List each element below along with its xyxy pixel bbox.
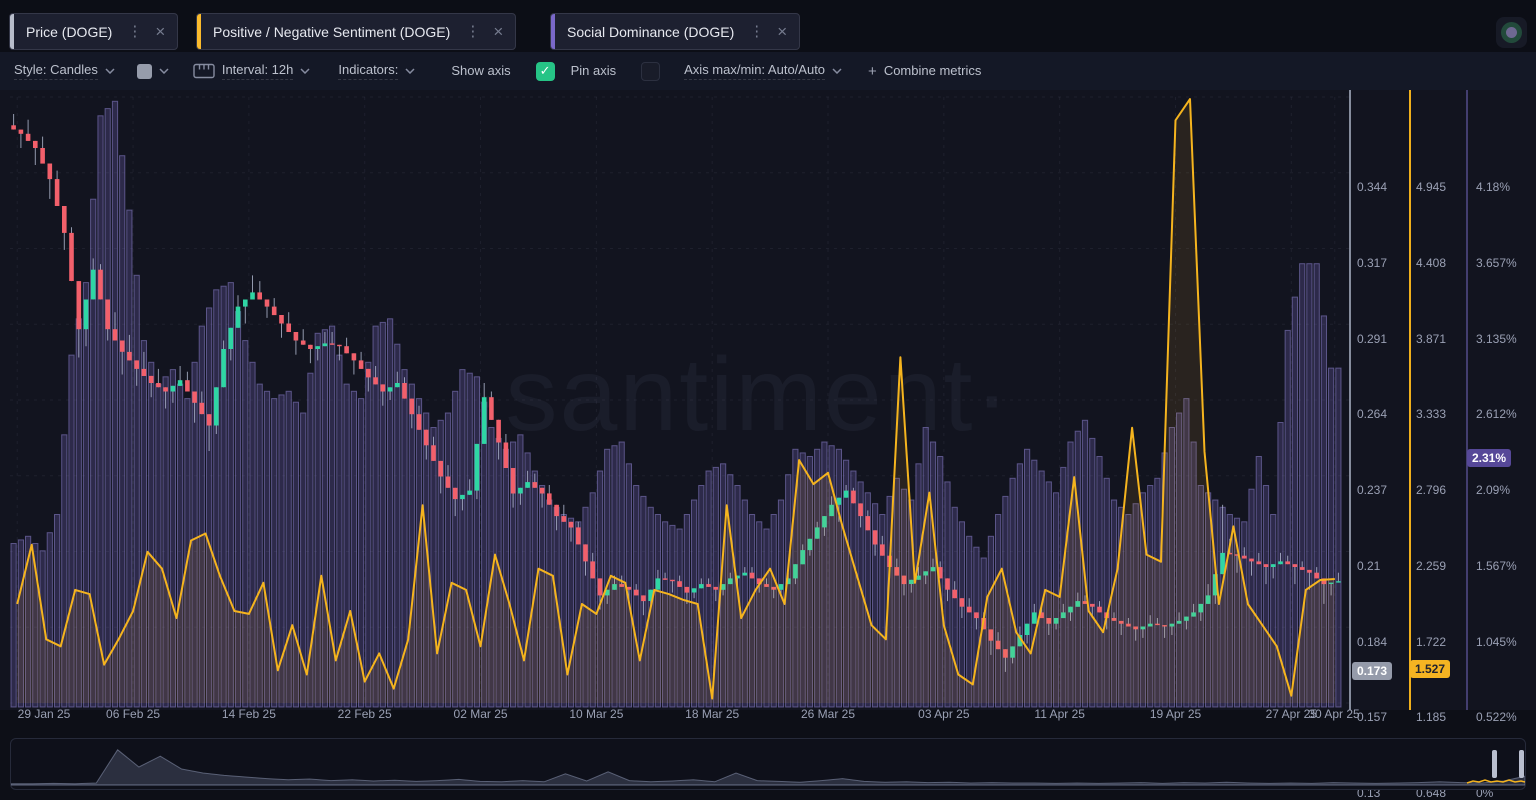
- price-axis-tick: 0.291: [1357, 332, 1387, 346]
- header-circle-button[interactable]: [1496, 17, 1527, 48]
- dominance-axis-tick: 3.657%: [1476, 256, 1517, 270]
- show-axis-checkbox[interactable]: ✓: [536, 62, 555, 81]
- sentiment-axis-tick: 4.945: [1416, 180, 1446, 194]
- dominance-axis-tick: 3.135%: [1476, 332, 1517, 346]
- pin-axis-label: Pin axis: [571, 63, 617, 80]
- price-axis-tick: 0.237: [1357, 483, 1387, 497]
- chart-region: ·santiment· 0.344 0.317 0.291 0.264 0.237 0.2…: [0, 90, 1536, 710]
- dominance-value-badge: 2.31%: [1467, 449, 1511, 467]
- show-axis-label: Show axis: [451, 63, 510, 80]
- interval-dropdown[interactable]: Interval: 12h: [193, 62, 311, 80]
- tab-bar: Price (DOGE) ⋮ × Positive / Negative Sen…: [0, 0, 1536, 52]
- tab-accent: [10, 14, 14, 49]
- kebab-menu-icon[interactable]: ⋮: [465, 24, 480, 39]
- timeline-area: [11, 750, 1525, 785]
- sentiment-axis-tick: 2.259: [1416, 559, 1446, 573]
- price-axis-line: [1349, 90, 1351, 710]
- dominance-axis-tick: 2.09%: [1476, 483, 1510, 497]
- sentiment-axis-tick: 2.796: [1416, 483, 1446, 497]
- kebab-menu-icon[interactable]: ⋮: [749, 24, 764, 39]
- price-axis-tick: 0.317: [1357, 256, 1387, 270]
- interval-label: Interval: 12h: [222, 62, 294, 80]
- kebab-menu-icon[interactable]: ⋮: [127, 24, 142, 39]
- watermark: ·santiment·: [469, 337, 1011, 453]
- sentiment-axis-tick: 3.871: [1416, 332, 1446, 346]
- date-label: 03 Apr 25: [918, 707, 969, 721]
- date-label: 26 Mar 25: [801, 707, 855, 721]
- tab-accent: [551, 14, 555, 49]
- chevron-down-icon: [405, 68, 415, 74]
- date-label: 10 Mar 25: [569, 707, 623, 721]
- dominance-axis-tick: 1.045%: [1476, 635, 1517, 649]
- timeline-handle-right[interactable]: [1519, 750, 1524, 778]
- indicators-label: Indicators:: [338, 62, 398, 80]
- date-label: 22 Feb 25: [338, 707, 392, 721]
- circle-ring-icon: [1501, 22, 1522, 43]
- chart-toolbar: Style: Candles Interval: 12h Indicators:…: [0, 52, 1536, 90]
- axis-maxmin-label: Axis max/min: Auto/Auto: [684, 62, 825, 80]
- tab-label: Social Dominance (DOGE): [567, 24, 734, 40]
- style-dropdown[interactable]: Style: Candles: [14, 62, 115, 80]
- tab-social-dominance[interactable]: Social Dominance (DOGE) ⋮ ×: [550, 13, 800, 50]
- style-label: Style: Candles: [14, 62, 98, 80]
- ruler-icon: [193, 63, 215, 79]
- chevron-down-icon: [300, 68, 310, 74]
- date-label: 11 Apr 25: [1034, 707, 1084, 721]
- tab-label: Positive / Negative Sentiment (DOGE): [213, 24, 450, 40]
- sentiment-axis-tick: 3.333: [1416, 407, 1446, 421]
- sentiment-axis-tick: 1.722: [1416, 635, 1446, 649]
- plus-icon: +: [868, 63, 877, 80]
- price-axis-tick: 0.184: [1357, 635, 1387, 649]
- tab-accent: [197, 14, 201, 49]
- price-axis-tick: 0.264: [1357, 407, 1387, 421]
- timeline-handle-left[interactable]: [1492, 750, 1497, 778]
- date-label: 19 Apr 25: [1150, 707, 1201, 721]
- chevron-down-icon: [105, 68, 115, 74]
- dominance-axis-line: [1466, 90, 1468, 710]
- price-axis-tick: 0.21: [1357, 559, 1380, 573]
- chevron-down-icon: [832, 68, 842, 74]
- show-axis-toggle[interactable]: Show axis ✓: [451, 62, 554, 81]
- sentiment-value-badge: 1.527: [1410, 660, 1450, 678]
- date-label: 02 Mar 25: [454, 707, 508, 721]
- combine-metrics-label: Combine metrics: [884, 63, 982, 80]
- color-swatch: [137, 64, 152, 79]
- close-icon[interactable]: ×: [777, 23, 787, 40]
- close-icon[interactable]: ×: [155, 23, 165, 40]
- date-label: 30 Apr 25: [1308, 707, 1359, 721]
- color-swatch-dropdown[interactable]: [137, 64, 169, 79]
- date-axis: 29 Jan 25 06 Feb 25 14 Feb 25 22 Feb 25 02 M…: [0, 703, 1536, 727]
- chevron-down-icon: [159, 68, 169, 74]
- date-label: 06 Feb 25: [106, 707, 160, 721]
- sentiment-axis-line: [1409, 90, 1411, 710]
- axis-maxmin-dropdown[interactable]: Axis max/min: Auto/Auto: [684, 62, 842, 80]
- pin-axis-checkbox[interactable]: [641, 62, 660, 81]
- price-axis-tick: 0.344: [1357, 180, 1387, 194]
- indicators-dropdown[interactable]: Indicators:: [338, 62, 415, 80]
- sentiment-axis-tick: 4.408: [1416, 256, 1446, 270]
- date-label: 14 Feb 25: [222, 707, 276, 721]
- tab-sentiment[interactable]: Positive / Negative Sentiment (DOGE) ⋮ ×: [196, 13, 516, 50]
- dominance-axis-tick: 1.567%: [1476, 559, 1517, 573]
- price-value-badge: 0.173: [1352, 662, 1392, 680]
- timeline-scrubber[interactable]: [10, 738, 1526, 790]
- pin-axis-toggle[interactable]: Pin axis: [571, 62, 661, 81]
- combine-metrics-button[interactable]: + Combine metrics: [868, 63, 981, 80]
- dominance-axis-tick: 4.18%: [1476, 180, 1510, 194]
- tab-label: Price (DOGE): [26, 24, 112, 40]
- tab-price[interactable]: Price (DOGE) ⋮ ×: [9, 13, 178, 50]
- close-icon[interactable]: ×: [493, 23, 503, 40]
- dominance-axis-tick: 2.612%: [1476, 407, 1517, 421]
- date-label: 18 Mar 25: [685, 707, 739, 721]
- chart-canvas[interactable]: ·santiment·: [0, 90, 1352, 710]
- date-label: 29 Jan 25: [18, 707, 71, 721]
